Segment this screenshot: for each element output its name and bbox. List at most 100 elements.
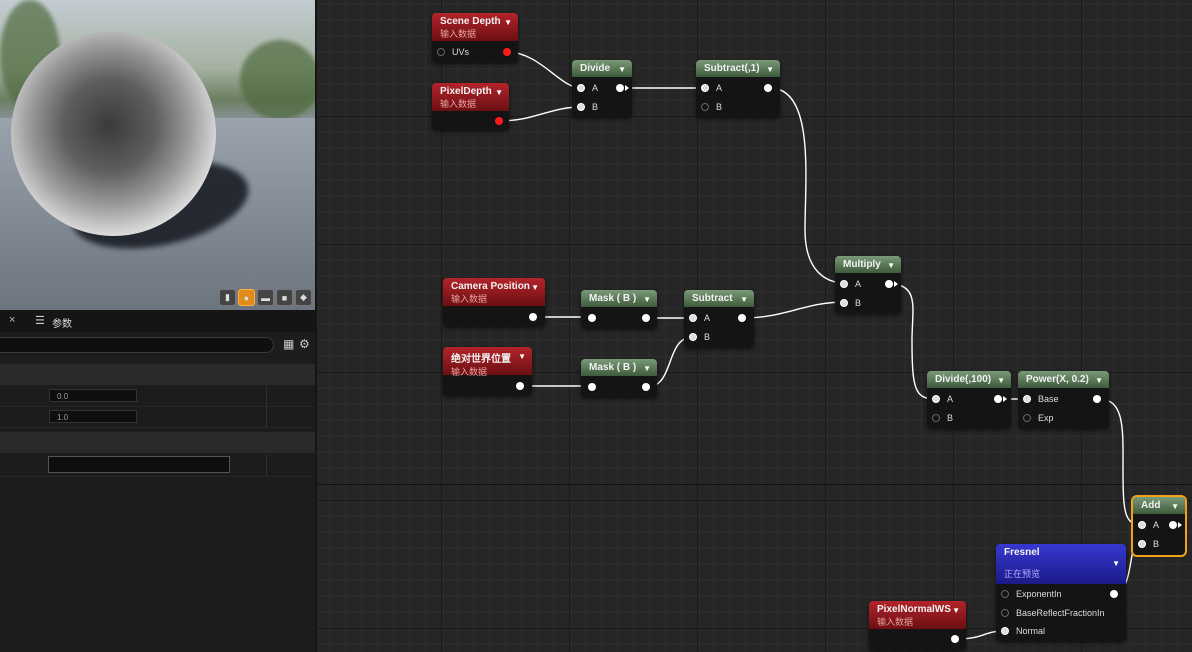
output-pin[interactable] xyxy=(495,117,503,125)
node-header[interactable]: 绝对世界位置 输入数据 ▼ xyxy=(443,347,532,377)
node-header[interactable]: Subtract ▼ xyxy=(684,290,754,307)
pin-icon[interactable] xyxy=(1023,414,1031,422)
pin-icon[interactable] xyxy=(840,299,848,307)
input-pin-a[interactable]: A xyxy=(1138,518,1159,532)
node-mask-1[interactable]: Mask ( B ) ▼ xyxy=(581,290,657,328)
output-pin[interactable] xyxy=(642,383,650,391)
node-pixel-normal-ws[interactable]: PixelNormalWS 输入数据 ▼ xyxy=(869,601,966,650)
number-field[interactable]: 1.0 xyxy=(49,410,137,423)
node-header[interactable]: PixelNormalWS 输入数据 ▼ xyxy=(869,601,966,629)
column-divider[interactable] xyxy=(266,386,267,428)
node-header[interactable]: Add ▼ xyxy=(1133,497,1185,514)
pin-icon[interactable] xyxy=(932,414,940,422)
search-input[interactable] xyxy=(0,337,274,353)
material-preview-viewport[interactable]: ▮ ● ▬ ■ ◆ xyxy=(0,0,315,310)
number-field[interactable]: 0.0 xyxy=(49,389,137,402)
output-pin[interactable] xyxy=(1110,590,1118,598)
output-pin[interactable] xyxy=(516,382,524,390)
input-pin-a[interactable]: A xyxy=(840,277,861,291)
chevron-down-icon[interactable]: ▼ xyxy=(997,376,1005,385)
output-pin[interactable] xyxy=(885,280,893,288)
node-subtract-1[interactable]: Subtract(,1) ▼ A B xyxy=(696,60,780,117)
cube-icon[interactable]: ■ xyxy=(276,289,293,306)
output-pin[interactable] xyxy=(1093,395,1101,403)
node-header[interactable]: Divide(,100) ▼ xyxy=(927,371,1011,388)
section-header[interactable] xyxy=(0,364,315,385)
plane-icon[interactable]: ▬ xyxy=(257,289,274,306)
chevron-down-icon[interactable]: ▼ xyxy=(766,65,774,74)
chevron-down-icon[interactable]: ▼ xyxy=(531,283,539,292)
node-mask-2[interactable]: Mask ( B ) ▼ xyxy=(581,359,657,397)
gear-icon[interactable]: ⚙ xyxy=(299,337,310,351)
pin-icon[interactable] xyxy=(840,280,848,288)
node-fresnel[interactable]: Fresnel 正在预览 ▼ ExponentIn BaseReflectFra… xyxy=(996,544,1126,641)
pin-icon[interactable] xyxy=(577,84,585,92)
grid-icon[interactable]: ▦ xyxy=(283,337,294,351)
output-pin[interactable] xyxy=(738,314,746,322)
input-pin-normal[interactable]: Normal xyxy=(1001,624,1045,638)
pin-icon[interactable] xyxy=(689,333,697,341)
pin-icon[interactable] xyxy=(1138,540,1146,548)
input-pin-a[interactable]: A xyxy=(701,81,722,95)
input-pin[interactable] xyxy=(588,383,596,391)
tab-parameters[interactable]: 参数 xyxy=(52,315,72,330)
chevron-down-icon[interactable]: ▼ xyxy=(618,65,626,74)
input-pin-a[interactable]: A xyxy=(577,81,598,95)
node-header[interactable]: Scene Depth 输入数据 ▼ xyxy=(432,13,518,41)
node-header[interactable]: Mask ( B ) ▼ xyxy=(581,359,657,376)
pin-icon[interactable] xyxy=(932,395,940,403)
input-pin-uvs[interactable]: UVs xyxy=(437,45,469,59)
node-pixel-depth[interactable]: PixelDepth 输入数据 ▼ xyxy=(432,83,509,130)
chevron-down-icon[interactable]: ▼ xyxy=(1112,559,1120,568)
pin-icon[interactable] xyxy=(1001,609,1009,617)
pin-icon[interactable] xyxy=(1138,521,1146,529)
input-pin-b[interactable]: B xyxy=(689,330,710,344)
node-camera-position[interactable]: Camera Position 输入数据 ▼ xyxy=(443,278,545,326)
sphere-icon[interactable]: ● xyxy=(238,289,255,306)
node-power[interactable]: Power(X, 0.2) ▼ Base Exp xyxy=(1018,371,1109,428)
chevron-down-icon[interactable]: ▼ xyxy=(740,295,748,304)
input-pin-base-reflect[interactable]: BaseReflectFractionIn xyxy=(1001,606,1105,620)
pin-icon[interactable] xyxy=(437,48,445,56)
node-header[interactable]: Camera Position 输入数据 ▼ xyxy=(443,278,545,306)
output-pin[interactable] xyxy=(994,395,1002,403)
node-divide-100[interactable]: Divide(,100) ▼ A B xyxy=(927,371,1011,428)
input-pin-exponent[interactable]: ExponentIn xyxy=(1001,587,1062,601)
output-pin[interactable] xyxy=(642,314,650,322)
node-header[interactable]: Subtract(,1) ▼ xyxy=(696,60,780,77)
section-header[interactable] xyxy=(0,432,315,453)
material-graph[interactable]: Scene Depth 输入数据 ▼ UVs PixelDepth 输入数据 ▼… xyxy=(315,0,1192,652)
close-icon[interactable]: × xyxy=(9,314,15,326)
input-pin-a[interactable]: A xyxy=(932,392,953,406)
chevron-down-icon[interactable]: ▼ xyxy=(495,88,503,97)
node-multiply[interactable]: Multiply ▼ A B xyxy=(835,256,901,313)
input-pin-b[interactable]: B xyxy=(1138,537,1159,551)
pin-icon[interactable] xyxy=(1023,395,1031,403)
node-absolute-world-position[interactable]: 绝对世界位置 输入数据 ▼ xyxy=(443,347,532,395)
node-add[interactable]: Add ▼ A B xyxy=(1133,497,1185,555)
teapot-icon[interactable]: ◆ xyxy=(295,289,312,306)
output-pin[interactable] xyxy=(529,313,537,321)
input-pin-b[interactable]: B xyxy=(840,296,861,310)
chevron-down-icon[interactable]: ▼ xyxy=(643,295,651,304)
input-pin-b[interactable]: B xyxy=(932,411,953,425)
node-header[interactable]: PixelDepth 输入数据 ▼ xyxy=(432,83,509,111)
node-header[interactable]: Divide ▼ xyxy=(572,60,632,77)
input-pin-b[interactable]: B xyxy=(577,100,598,114)
cylinder-icon[interactable]: ▮ xyxy=(219,289,236,306)
chevron-down-icon[interactable]: ▼ xyxy=(887,261,895,270)
output-pin[interactable] xyxy=(616,84,624,92)
pin-icon[interactable] xyxy=(577,103,585,111)
pin-icon[interactable] xyxy=(701,103,709,111)
pin-icon[interactable] xyxy=(701,84,709,92)
text-field[interactable] xyxy=(48,456,230,473)
node-divide[interactable]: Divide ▼ A B xyxy=(572,60,632,117)
output-pin[interactable] xyxy=(503,48,511,56)
output-pin[interactable] xyxy=(951,635,959,643)
output-pin[interactable] xyxy=(1169,521,1177,529)
output-pin[interactable] xyxy=(764,84,772,92)
chevron-down-icon[interactable]: ▼ xyxy=(952,606,960,615)
pin-icon[interactable] xyxy=(1001,627,1009,635)
chevron-down-icon[interactable]: ▼ xyxy=(504,18,512,27)
node-subtract-2[interactable]: Subtract ▼ A B xyxy=(684,290,754,347)
